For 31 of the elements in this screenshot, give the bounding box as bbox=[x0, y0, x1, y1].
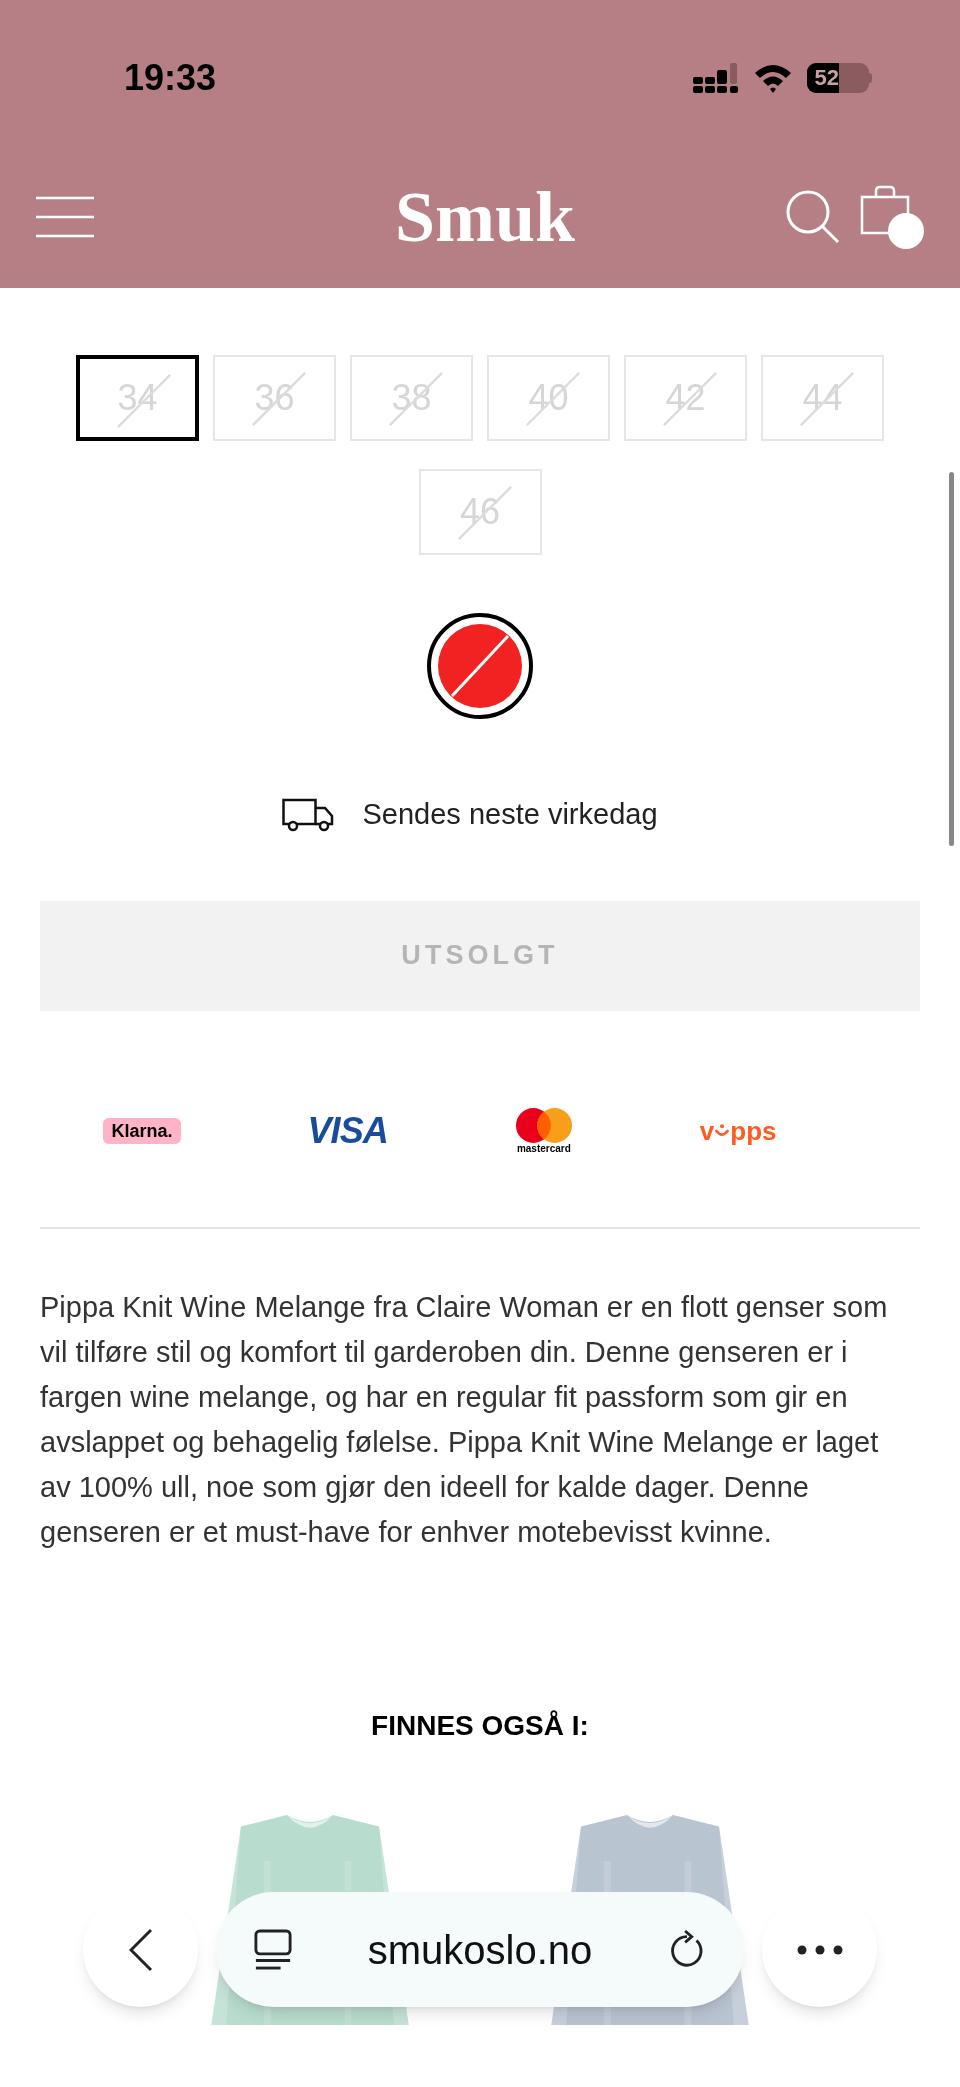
wifi-icon bbox=[753, 62, 793, 93]
strike-line-icon bbox=[662, 371, 718, 427]
strike-line-icon bbox=[116, 373, 172, 429]
back-chevron-icon bbox=[128, 1927, 153, 1972]
truck-icon bbox=[282, 797, 335, 832]
klarna-logo: Klarna. bbox=[103, 1117, 181, 1144]
address-bar[interactable]: smukoslo.no bbox=[216, 1892, 744, 2007]
shipping-text: Sendes neste virkedag bbox=[362, 797, 658, 832]
strike-line-icon bbox=[456, 485, 513, 541]
search-icon[interactable] bbox=[786, 189, 840, 244]
vipps-logo-start: v bbox=[699, 1117, 715, 1144]
color-swatch[interactable] bbox=[427, 613, 533, 719]
mastercard-circles-icon bbox=[514, 1107, 573, 1144]
section-heading: FINNES OGSÅ I: bbox=[371, 1708, 589, 1743]
menu-icon[interactable] bbox=[36, 195, 94, 238]
signal-icon bbox=[693, 62, 739, 93]
more-icon bbox=[796, 1944, 843, 1955]
reader-icon[interactable] bbox=[254, 1928, 292, 1971]
url-text: smukoslo.no bbox=[367, 1926, 593, 1974]
strike-line-icon bbox=[251, 371, 307, 427]
mastercard-label: mastercard bbox=[516, 1144, 571, 1154]
strike-line-icon bbox=[388, 371, 444, 427]
strike-line-icon bbox=[799, 371, 855, 427]
product-description: Pippa Knit Wine Melange fra Claire Woman er en flott genser som vil tilføre stil og komfort til garderoben din. Denne genseren er i fargen wine melange, og har en regular fit passform som gir en avslappet og behagelig følelse. Pippa Knit Wine Melange er laget av 100% ull, noe som gjør den ideell for kalde dager. Denne genseren er et must-have for enhver motebevisst kvinne. bbox=[40, 1289, 889, 1550]
battery-percent: 52 bbox=[813, 66, 839, 89]
strike-line-icon bbox=[450, 634, 510, 698]
site-logo[interactable]: Smuk bbox=[394, 180, 576, 253]
strike-line-icon bbox=[525, 371, 581, 427]
vipps-logo-end: pps bbox=[730, 1117, 777, 1144]
visa-logo: VISA bbox=[307, 1112, 388, 1149]
status-time: 19:33 bbox=[124, 55, 217, 100]
